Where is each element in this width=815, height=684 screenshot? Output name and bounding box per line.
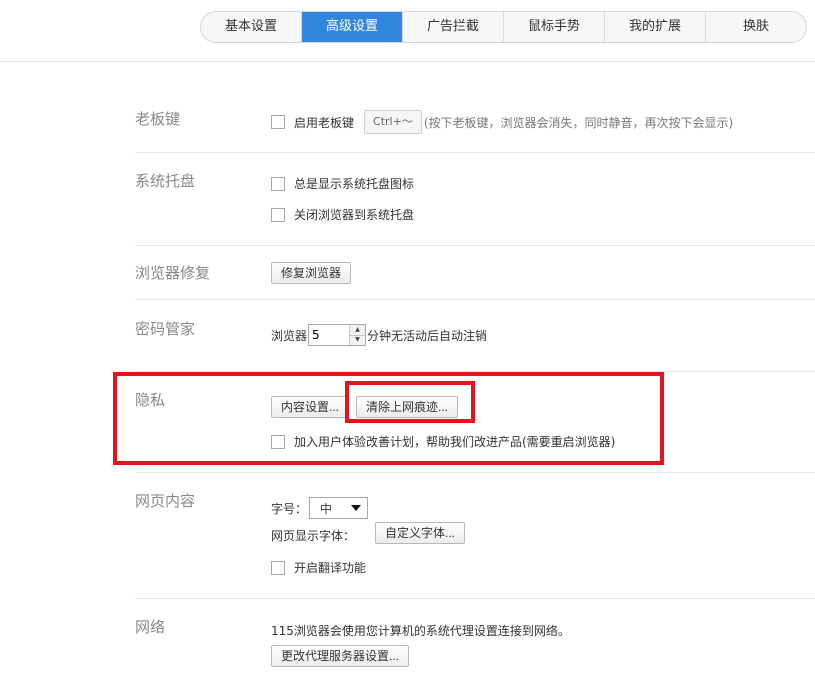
privacy-highlight-box (113, 372, 664, 465)
section-title-password: 密码管家 (135, 320, 196, 338)
tray-close-to-tray-label: 关闭浏览器到系统托盘 (294, 208, 415, 222)
translate-label: 开启翻译功能 (294, 561, 367, 575)
proxy-row: 更改代理服务器设置... (271, 645, 410, 667)
network-description-row: 115浏览器会使用您计算机的系统代理设置连接到网络。 (271, 622, 570, 639)
tray-option-row-2: 关闭浏览器到系统托盘 (271, 206, 414, 223)
boss-key-shortcut-button[interactable]: Ctrl+～ (364, 110, 422, 134)
section-divider (135, 152, 815, 153)
tab-mouse-gestures[interactable]: 鼠标手势 (504, 12, 605, 42)
experience-program-label: 加入用户体验改善计划，帮助我们改进产品(需要重启浏览器) (294, 435, 616, 449)
password-minutes-stepper: ▲ ▼ (308, 324, 367, 346)
privacy-buttons-row: 内容设置... 清除上网痕迹... (271, 396, 459, 418)
font-face-row: 网页显示字体： 自定义字体... (271, 521, 466, 544)
experience-program-checkbox[interactable] (271, 434, 285, 449)
stepper-up-icon[interactable]: ▲ (350, 325, 366, 336)
font-size-select[interactable]: 中 (309, 497, 369, 519)
tray-always-show-label: 总是显示系统托盘图标 (294, 177, 415, 191)
section-divider (135, 371, 815, 372)
content-settings-button[interactable]: 内容设置... (271, 396, 350, 418)
boss-key-checkbox[interactable] (271, 115, 285, 129)
translate-checkbox[interactable] (271, 560, 285, 575)
tab-advanced-settings[interactable]: 高级设置 (302, 12, 403, 42)
tray-option-row-1: 总是显示系统托盘图标 (271, 175, 414, 192)
stepper-arrows: ▲ ▼ (349, 325, 366, 345)
section-title-repair: 浏览器修复 (135, 264, 211, 282)
section-divider (135, 472, 815, 473)
section-title-boss-key: 老板键 (135, 110, 181, 128)
section-divider (135, 598, 815, 599)
tray-always-show-checkbox[interactable] (271, 176, 285, 191)
password-prefix-label: 浏览器 (271, 328, 308, 343)
section-title-web-content: 网页内容 (135, 492, 196, 510)
boss-key-hint: (按下老板键，浏览器会消失，同时静音，再次按下会显示) (423, 115, 734, 130)
tray-close-to-tray-checkbox[interactable] (271, 207, 285, 222)
section-title-privacy: 隐私 (135, 391, 166, 409)
custom-font-button[interactable]: 自定义字体... (375, 521, 466, 544)
font-size-value: 中 (320, 501, 333, 516)
settings-tab-bar: 基本设置 高级设置 广告拦截 鼠标手势 我的扩展 换肤 (200, 11, 807, 43)
password-suffix-label: 分钟无活动后自动注销 (367, 328, 488, 343)
section-divider (135, 245, 815, 246)
section-divider (135, 299, 815, 300)
font-size-label: 字号： (271, 501, 308, 516)
repair-row: 修复浏览器 (271, 262, 352, 284)
password-row: 浏览器 ▲ ▼ 分钟无活动后自动注销 (271, 324, 487, 346)
section-title-network: 网络 (135, 618, 166, 636)
clear-browsing-traces-button[interactable]: 清除上网痕迹... (356, 396, 459, 418)
stepper-down-icon[interactable]: ▼ (350, 335, 366, 345)
password-minutes-input[interactable] (309, 325, 350, 345)
tab-basic-settings[interactable]: 基本设置 (201, 12, 302, 42)
network-description: 115浏览器会使用您计算机的系统代理设置连接到网络。 (271, 624, 570, 638)
font-size-row: 字号： 中 (271, 497, 369, 519)
tab-skin[interactable]: 换肤 (706, 12, 806, 42)
repair-browser-button[interactable]: 修复浏览器 (271, 262, 352, 284)
boss-key-row: 启用老板键 Ctrl+～ (按下老板键，浏览器会消失，同时静音，再次按下会显示) (271, 110, 733, 134)
change-proxy-button[interactable]: 更改代理服务器设置... (271, 645, 410, 667)
section-title-tray: 系统托盘 (135, 172, 196, 190)
privacy-experience-row: 加入用户体验改善计划，帮助我们改进产品(需要重启浏览器) (271, 433, 615, 450)
tab-my-extensions[interactable]: 我的扩展 (605, 12, 706, 42)
font-face-label: 网页显示字体： (271, 529, 356, 543)
header-divider (0, 61, 815, 62)
translate-row: 开启翻译功能 (271, 559, 366, 576)
boss-key-label: 启用老板键 (294, 115, 355, 130)
tab-ad-block[interactable]: 广告拦截 (403, 12, 504, 42)
chevron-down-icon (351, 505, 362, 511)
